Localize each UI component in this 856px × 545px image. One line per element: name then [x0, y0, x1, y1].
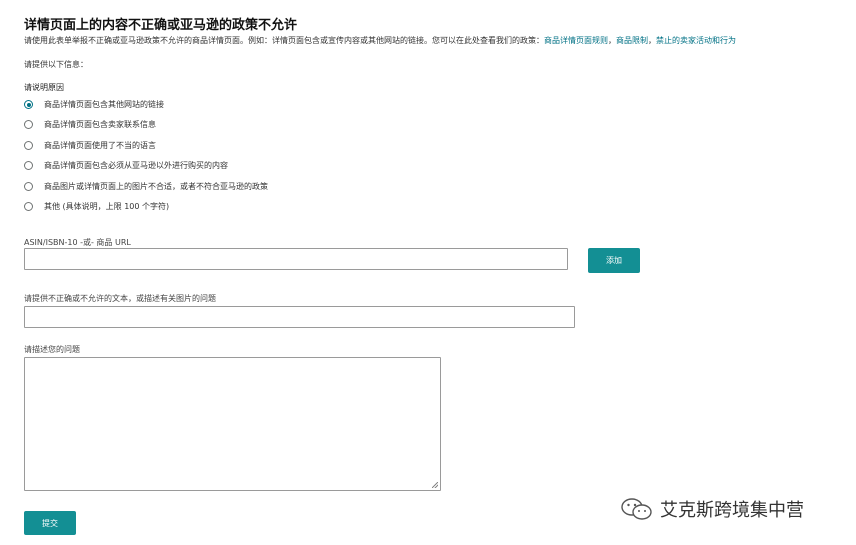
radio-button[interactable] — [24, 202, 33, 211]
policy-link-detail-page-rules[interactable]: 商品详情页面规则 — [544, 36, 608, 45]
text-issue-input[interactable] — [24, 306, 575, 328]
intro-description: 请使用此表单举报不正确或亚马逊政策不允许的商品详情页面。例如：详情页面包含或宣传… — [24, 36, 544, 45]
asin-label: ASIN/ISBN-10 -或- 商品 URL — [24, 238, 131, 247]
reason-label: 商品详情页面包含必须从亚马逊以外进行购买的内容 — [44, 161, 228, 170]
add-button[interactable]: 添加 — [588, 248, 640, 273]
reason-option-external-links[interactable]: 商品详情页面包含其他网站的链接 — [24, 99, 164, 110]
resize-handle-icon[interactable] — [432, 482, 438, 488]
reason-option-inappropriate-images[interactable]: 商品图片或详情页面上的图片不合适，或者不符合亚马逊的政策 — [24, 181, 268, 192]
reason-label: 其他 (具体说明，上限 100 个字符) — [44, 202, 170, 211]
reason-label: 商品详情页面使用了不当的语言 — [44, 141, 156, 150]
text-issue-label: 请提供不正确或不允许的文本，或描述有关图片的问题 — [24, 294, 216, 303]
reason-label: 商品详情页面包含卖家联系信息 — [44, 120, 156, 129]
reason-option-other[interactable]: 其他 (具体说明，上限 100 个字符) — [24, 201, 169, 212]
radio-button[interactable] — [24, 182, 33, 191]
wechat-icon — [621, 498, 652, 520]
policy-link-prohibited-activities[interactable]: 禁止的卖家活动和行为 — [656, 36, 736, 45]
radio-button[interactable] — [24, 141, 33, 150]
link-separator: ， — [648, 36, 656, 45]
reason-heading: 请说明原因 — [24, 83, 64, 92]
reason-option-seller-contact[interactable]: 商品详情页面包含卖家联系信息 — [24, 119, 156, 130]
radio-button[interactable] — [24, 161, 33, 170]
reason-label: 商品图片或详情页面上的图片不合适，或者不符合亚马逊的政策 — [44, 182, 268, 191]
policy-link-restrictions[interactable]: 商品限制 — [616, 36, 648, 45]
info-label: 请提供以下信息： — [24, 60, 88, 69]
link-separator: ， — [608, 36, 616, 45]
watermark: 艾克斯跨境集中营 — [620, 496, 804, 522]
describe-textarea[interactable] — [24, 357, 441, 491]
reason-label: 商品详情页面包含其他网站的链接 — [44, 100, 164, 109]
asin-input[interactable] — [24, 248, 568, 270]
page-title: 详情页面上的内容不正确或亚马逊的政策不允许 — [24, 18, 298, 33]
describe-label: 请描述您的问题 — [24, 345, 80, 354]
intro-text: 请使用此表单举报不正确或亚马逊政策不允许的商品详情页面。例如：详情页面包含或宣传… — [24, 35, 736, 46]
radio-button[interactable] — [24, 100, 33, 109]
radio-button[interactable] — [24, 120, 33, 129]
submit-button[interactable]: 提交 — [24, 511, 76, 535]
watermark-text: 艾克斯跨境集中营 — [660, 500, 804, 521]
reason-option-off-amazon-purchase[interactable]: 商品详情页面包含必须从亚马逊以外进行购买的内容 — [24, 160, 228, 171]
reason-option-inappropriate-language[interactable]: 商品详情页面使用了不当的语言 — [24, 140, 156, 151]
